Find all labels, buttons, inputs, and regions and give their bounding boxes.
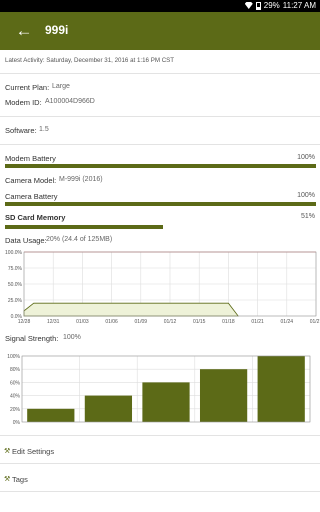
modem-battery-bar: [5, 164, 316, 168]
y-tick-label: 100%: [7, 354, 20, 360]
signal-strength-value: 100%: [63, 334, 81, 341]
signal-strength-chart: 100% 80% 60% 40% 20% 0%: [7, 354, 311, 426]
modem-battery-percent: 100%: [297, 154, 315, 161]
tags-label: Tags: [12, 475, 28, 484]
camera-model-label: Camera Model:: [5, 176, 57, 185]
x-tick-label: 01/03: [76, 319, 89, 325]
y-tick-label: 75.0%: [8, 266, 23, 272]
edit-settings-row[interactable]: ⚒ Edit Settings: [0, 437, 320, 465]
back-arrow-icon[interactable]: ←: [14, 21, 34, 41]
x-tick-label: 01/12: [164, 319, 177, 325]
x-tick-label: 01/15: [193, 319, 206, 325]
modem-id-label: Modem ID:: [5, 98, 42, 107]
signal-bar: [84, 395, 133, 422]
signal-bar: [142, 382, 190, 422]
divider: [0, 116, 320, 117]
status-bar: 29% 11:27 AM: [0, 0, 320, 12]
current-plan-label: Current Plan:: [5, 83, 50, 92]
edit-settings-label: Edit Settings: [12, 447, 55, 456]
y-tick-label: 40%: [10, 394, 21, 400]
current-plan-value: Large: [52, 83, 70, 90]
latest-activity: Latest Activity: Saturday, December 31, …: [5, 57, 175, 64]
camera-battery-label: Camera Battery: [5, 192, 58, 201]
y-tick-label: 0%: [13, 420, 21, 426]
clock: 11:27 AM: [282, 1, 316, 10]
camera-battery-percent: 100%: [297, 192, 315, 199]
data-usage-value: 20% (24.4 of 125MB): [46, 236, 113, 243]
divider: [0, 435, 320, 436]
divider: [0, 73, 320, 74]
divider: [0, 463, 320, 464]
y-tick-label: 25.0%: [8, 298, 23, 304]
battery-percent: 29%: [263, 1, 280, 10]
x-tick-label: 12/31: [47, 319, 60, 325]
modem-id-value: A100004D966D: [45, 98, 95, 105]
x-tick-label: 01/18: [222, 319, 235, 325]
x-tick-label: 01/27: [310, 319, 320, 325]
y-tick-label: 50.0%: [8, 282, 23, 288]
app-bar: ← 999i: [0, 12, 320, 50]
divider: [0, 491, 320, 492]
x-tick-label: 01/21: [251, 319, 264, 325]
divider: [0, 144, 320, 145]
camera-battery-bar: [5, 202, 316, 206]
y-tick-label: 100.0%: [5, 250, 23, 256]
data-usage-chart: 100.0%75.0%50.0%25.0%0.0%12/28 12/31 01/03…: [5, 250, 320, 325]
x-tick-label: 12/28: [18, 319, 31, 325]
sd-card-label: SD Card Memory: [5, 213, 66, 222]
x-tick-label: 01/09: [135, 319, 148, 325]
usage-area: [23, 302, 239, 317]
sd-card-percent: 51%: [300, 213, 315, 220]
y-tick-label: 60%: [10, 380, 21, 386]
signal-bar: [199, 369, 248, 422]
y-tick-label: 20%: [10, 407, 21, 413]
signal-strength-label: Signal Strength:: [5, 334, 59, 343]
x-tick-label: 01/06: [105, 319, 118, 325]
signal-bar: [27, 408, 75, 422]
wrench-icon: ⚒: [4, 448, 11, 455]
page-title: 999i: [45, 23, 69, 37]
sd-card-bar: [5, 225, 163, 229]
software-value: 1.5: [39, 126, 49, 133]
signal-bar: [257, 356, 305, 422]
modem-battery-label: Modem Battery: [5, 154, 56, 163]
camera-model-value: M-999i (2016): [59, 176, 103, 183]
y-tick-label: 80%: [10, 367, 21, 373]
x-tick-label: 01/24: [281, 319, 294, 325]
software-label: Software:: [5, 126, 37, 135]
battery-icon: [255, 1, 261, 10]
tag-icon: ⚒: [4, 476, 11, 483]
wifi-icon: [244, 2, 253, 9]
data-usage-label: Data Usage:: [5, 236, 47, 245]
tags-row[interactable]: ⚒ Tags: [0, 465, 320, 493]
